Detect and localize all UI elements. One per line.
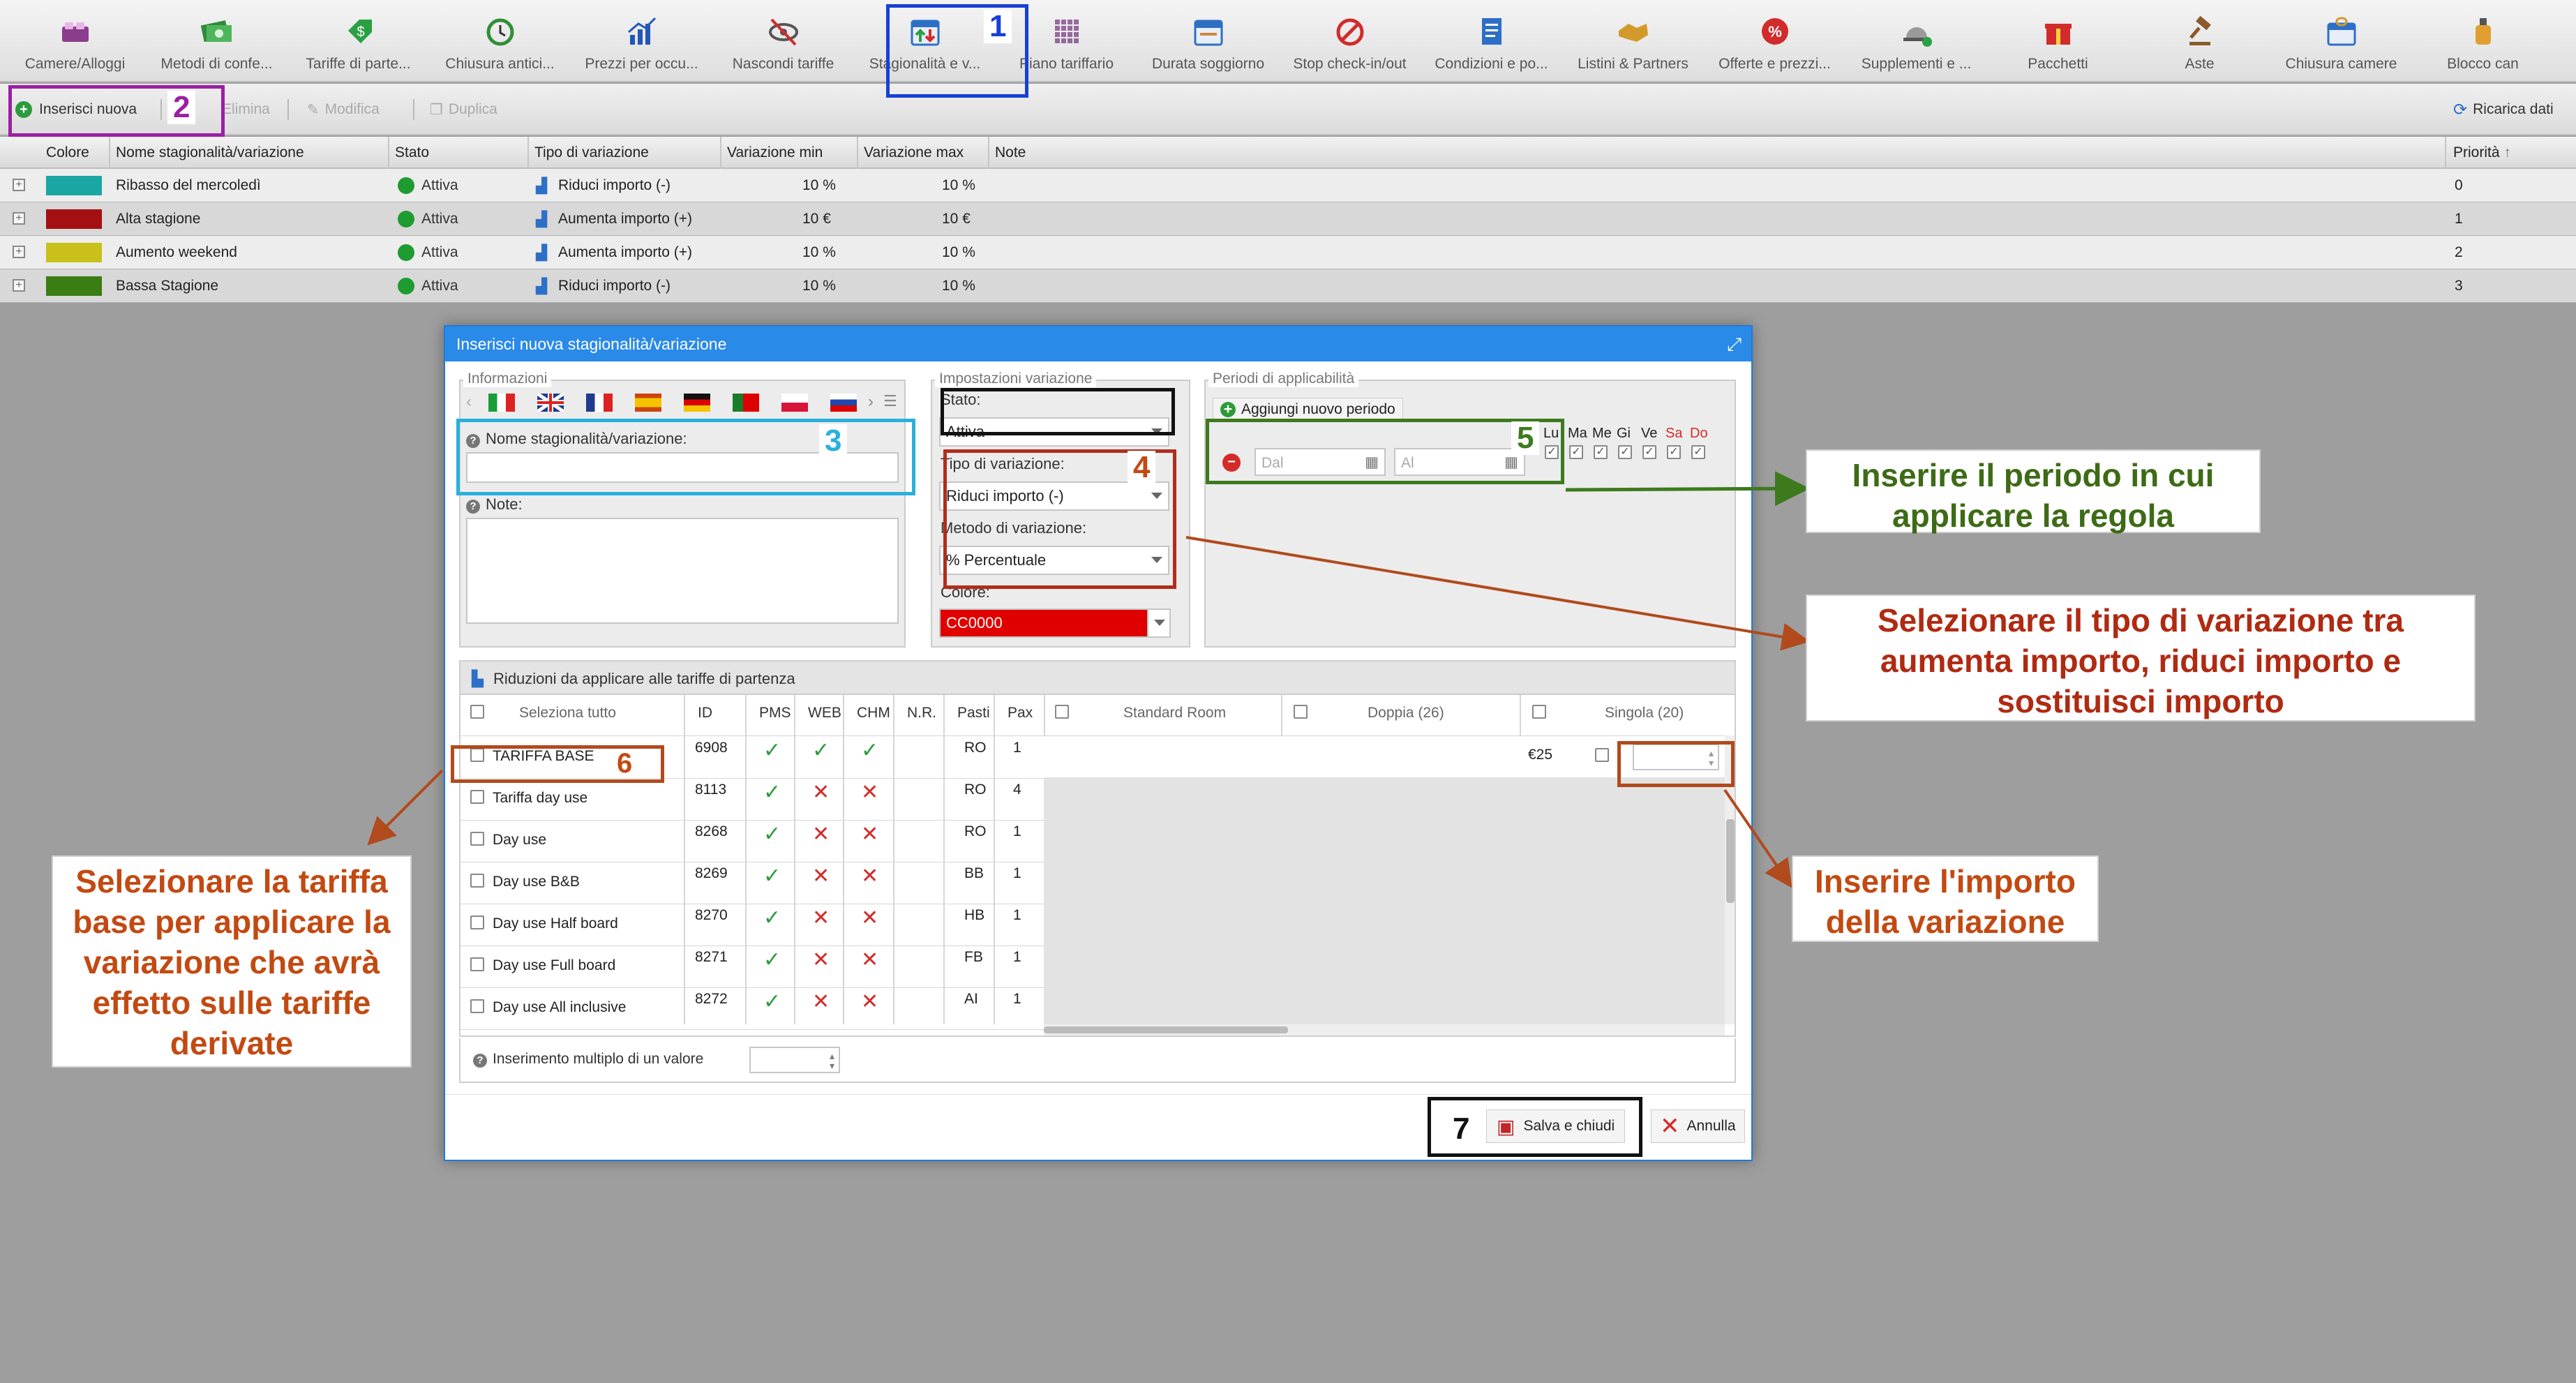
arrow-period xyxy=(1565,471,1810,507)
callout-amount: Inserire l'importo della variazione xyxy=(1792,855,2099,942)
arrow-base xyxy=(367,769,444,846)
arrow-type xyxy=(1185,536,1810,651)
callout-period: Inserire il periodo in cui applicare la … xyxy=(1806,449,2261,534)
callout-variation-type: Selezionare il tipo di variazione tra au… xyxy=(1806,595,2476,722)
callout-base-rate: Selezionare la tariffa base per applicar… xyxy=(52,855,412,1068)
arrow-amount xyxy=(1723,788,1792,888)
